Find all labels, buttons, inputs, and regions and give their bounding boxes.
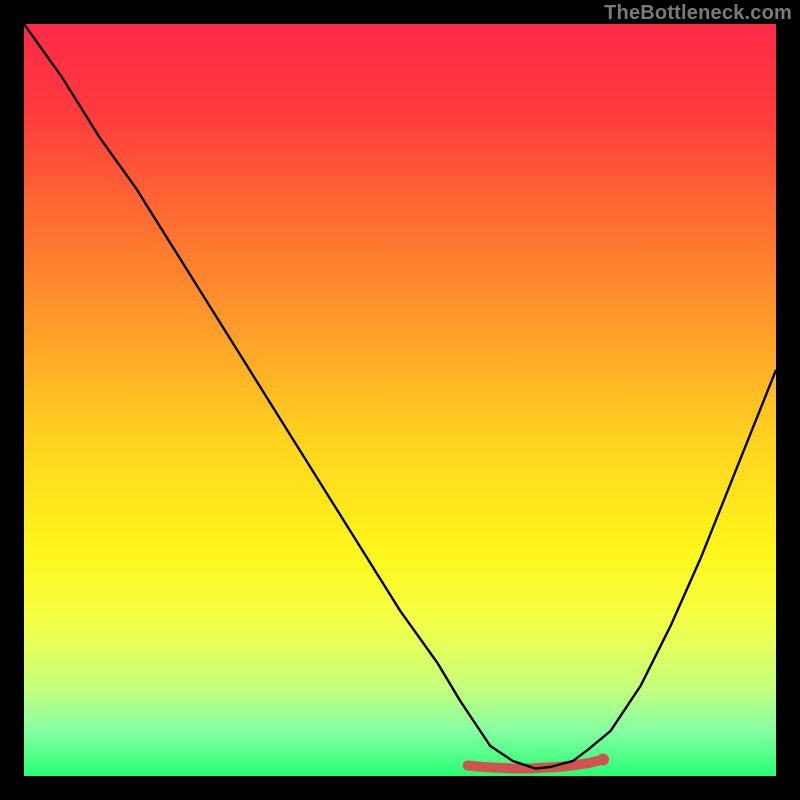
chart-frame: TheBottleneck.com	[0, 0, 800, 800]
plot-area	[24, 24, 776, 776]
gradient-background	[24, 24, 776, 776]
chart-svg	[24, 24, 776, 776]
flat-zone-end-dot	[597, 753, 609, 765]
attribution-label: TheBottleneck.com	[604, 2, 792, 25]
